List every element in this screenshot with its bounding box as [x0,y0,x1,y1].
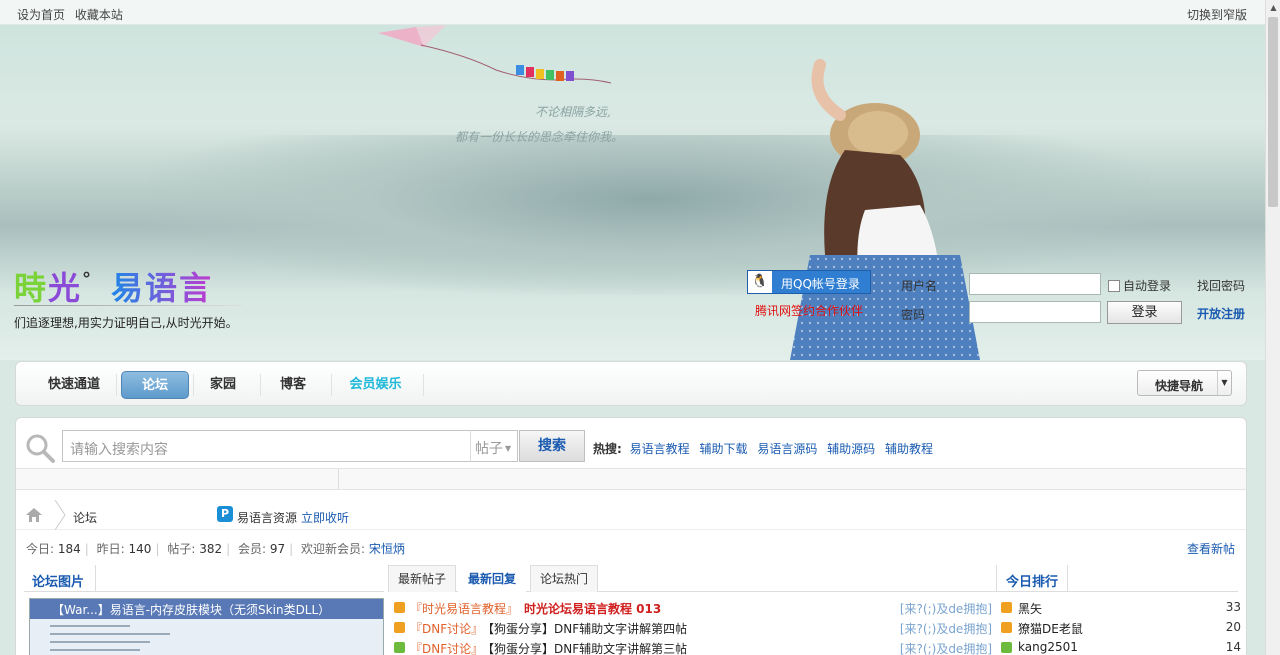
resource-icon: P [217,506,233,522]
logo-underline [14,305,242,306]
site-logo[interactable]: 時光° 易语言 [14,263,213,309]
breadcrumb-separator [54,500,66,530]
rank-name[interactable]: kang2501 [1018,640,1078,654]
rank-count: 20 [1225,620,1241,634]
kite-icon [378,25,612,84]
nav-item-blog[interactable]: 博客 [268,371,318,399]
nav-item-forum[interactable]: 论坛 [121,371,189,399]
forum-pics-header: 论坛图片 [24,565,384,592]
nav-item-home[interactable]: 家园 [198,371,248,399]
post-icon [394,602,405,613]
post-user[interactable]: [来?(;)及de拥抱] [900,600,992,617]
post-category[interactable]: 『DNF讨论』 [410,640,483,655]
home-icon[interactable] [26,508,42,522]
scroll-up-icon[interactable]: ▲ [1266,0,1280,15]
login-button[interactable]: 登录 [1107,301,1182,324]
main-panel: 请输入搜索内容 帖子 ▼ 搜索 热搜: 易语言教程 辅助下载 易语言源码 辅助源码… [15,417,1247,655]
qq-login-button[interactable]: 🐧 用QQ帐号登录 [747,270,871,294]
rank-name[interactable]: 黑矢 [1018,600,1042,617]
ranking-row[interactable]: kang2501 14 [1001,638,1241,655]
nav-divider [331,374,332,396]
hot-label: 热搜: [593,442,622,456]
ranking-row[interactable]: 獠猫DE老鼠 20 [1001,618,1241,638]
rank-icon [1001,642,1012,653]
breadcrumb-forum[interactable]: 论坛 [73,509,97,526]
post-user[interactable]: [来?(;)及de拥抱] [900,620,992,637]
search-type-select[interactable]: 帖子 ▼ [470,430,518,462]
hot-link[interactable]: 易语言源码 [757,442,817,456]
post-icon [394,622,405,633]
tab-latest-replies[interactable]: 最新回复 [458,565,527,592]
nav-item-entertainment[interactable]: 会员娱乐 [338,371,413,399]
bookmark-link[interactable]: 收藏本站 [75,8,123,22]
search-input[interactable]: 请输入搜索内容 [62,430,472,462]
sea-background [150,135,1150,295]
switch-width-link[interactable]: 切换到窄版 [1187,6,1247,23]
password-label: 密码 [901,308,926,322]
hot-link[interactable]: 辅助源码 [827,442,875,456]
forum-picture[interactable]: 【War...】易语言-内存皮肤模块（无须Skin类DLL） [29,598,384,655]
nav-divider [193,374,194,396]
top-bar: 设为首页 收藏本站 切换到窄版 [0,0,1265,25]
post-user[interactable]: [来?(;)及de拥抱] [900,640,992,655]
checkbox-icon[interactable] [1108,280,1120,292]
ranking-header: 今日排行 [996,565,1238,592]
username-field[interactable] [969,273,1101,295]
forum-stats: 今日: 184 | 昨日: 140 | 帖子: 382 | 会员: 97 | 欢迎新会员… [26,542,405,556]
search-button[interactable]: 搜索 [519,430,585,462]
scrollbar-thumb[interactable] [1268,17,1278,207]
chevron-down-icon: ▼ [505,444,512,453]
collect-link[interactable]: 立即收听 [301,509,349,526]
divider [338,469,339,489]
top-links: 设为首页 收藏本站 [17,6,129,23]
sub-bar [16,468,1246,490]
ranking-row[interactable]: 黑矢 33 [1001,598,1241,618]
post-title[interactable]: 【狗蛋分享】DNF辅助文字讲解第四帖 [482,620,687,637]
site-slogan: 们追逐理想,用实力证明自己,从时光开始。 [14,316,238,330]
password-field[interactable] [969,301,1101,323]
post-category[interactable]: 『时光易语言教程』 [410,600,518,617]
posts-tabs: 最新帖子 最新回复 论坛热门 [388,565,996,592]
penguin-icon: 🐧 [748,271,772,293]
post-category[interactable]: 『DNF讨论』 [410,620,483,637]
post-title[interactable]: 时光论坛易语言教程 013 [524,600,661,617]
hot-searches: 热搜: 易语言教程 辅助下载 易语言源码 辅助源码 辅助教程 [593,440,939,457]
main-nav: 快速通道 论坛 家园 博客 会员娱乐 快捷导航 ▼ [15,361,1247,406]
rank-count: 33 [1225,600,1241,614]
rank-count: 14 [1225,640,1241,654]
post-title[interactable]: 【狗蛋分享】DNF辅助文字讲解第三帖 [482,640,687,655]
new-member-link[interactable]: 宋恒炳 [369,542,405,556]
post-icon [394,642,405,653]
rank-icon [1001,622,1012,633]
chevron-down-icon: ▼ [1217,371,1231,395]
nav-divider [423,374,424,396]
nav-item-quick[interactable]: 快速通道 [34,371,114,399]
page-scrollbar[interactable]: ▲ [1265,0,1280,655]
search-icon [26,434,55,463]
view-new-posts-link[interactable]: 查看新帖 [1187,540,1235,557]
rank-name[interactable]: 獠猫DE老鼠 [1018,620,1083,637]
resource-label: 易语言资源 [237,511,298,525]
post-row[interactable]: 『DNF讨论』 【狗蛋分享】DNF辅助文字讲解第三帖 [来?(;)及de拥抱] [394,638,992,655]
hot-link[interactable]: 辅助教程 [885,442,933,456]
nav-divider [260,374,261,396]
post-row[interactable]: 『DNF讨论』 【狗蛋分享】DNF辅助文字讲解第四帖 [来?(;)及de拥抱] [394,618,992,638]
rank-icon [1001,602,1012,613]
tab-latest-posts[interactable]: 最新帖子 [388,565,457,592]
forgot-password-link[interactable]: 找回密码 [1197,277,1245,294]
set-home-link[interactable]: 设为首页 [17,8,65,22]
register-link[interactable]: 开放注册 [1197,305,1245,322]
tab-hot[interactable]: 论坛热门 [530,565,599,592]
auto-login-checkbox[interactable]: 自动登录 [1108,277,1171,294]
username-label: 用户名 [901,279,938,293]
hot-link[interactable]: 易语言教程 [630,442,690,456]
quick-nav-dropdown[interactable]: 快捷导航 ▼ [1137,370,1232,396]
hot-link[interactable]: 辅助下载 [699,442,747,456]
qq-partner-text: 腾讯网签约合作伙伴 [755,304,864,318]
nav-divider [116,374,117,396]
banner-poem: 不论相隔多远, 都有一份长长的思念牵住你我。 [455,105,624,144]
picture-caption: 【War...】易语言-内存皮肤模块（无须Skin类DLL） [30,599,383,619]
breadcrumb: 论坛 P 易语言资源 立即收听 [16,500,1246,530]
post-row[interactable]: 『时光易语言教程』 时光论坛易语言教程 013 [来?(;)及de拥抱] [394,598,992,618]
